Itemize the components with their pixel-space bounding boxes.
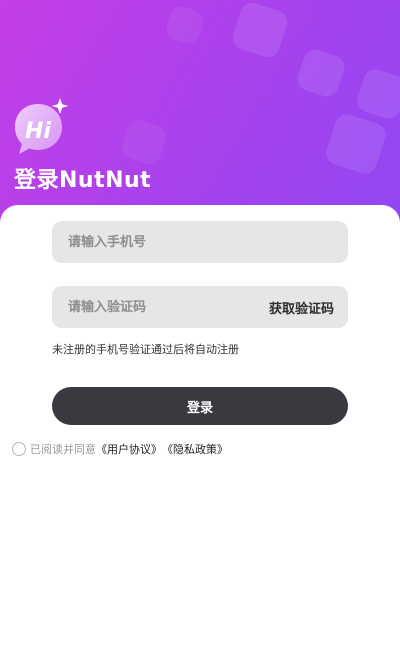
verification-code-input[interactable] [66,298,269,316]
user-agreement-link[interactable]: 《用户协议》 [96,441,162,457]
decor-tile [354,66,400,122]
page-title: 登录NutNut [14,168,152,193]
agreement-checkbox[interactable] [12,442,26,456]
decor-tile [323,111,389,177]
decor-tile [294,46,348,100]
login-screen: Hi 登录NutNut 获取验证码 未注册的手机号验证通过后将自动注册 登录 已… [0,0,400,670]
agreement-prefix: 已阅读并同意 [30,443,96,456]
decor-tile [229,0,291,61]
decor-tile [118,116,170,168]
agreement-row: 已阅读并同意 《用户协议》 《隐私政策》 [12,441,228,457]
privacy-policy-link[interactable]: 《隐私政策》 [162,441,228,457]
code-field[interactable]: 获取验证码 [52,286,348,328]
svg-text:Hi: Hi [25,119,51,144]
login-button[interactable]: 登录 [52,387,348,425]
login-card: 获取验证码 未注册的手机号验证通过后将自动注册 登录 已阅读并同意 《用户协议》… [0,205,400,670]
phone-field[interactable] [52,221,348,263]
get-code-button[interactable]: 获取验证码 [269,298,334,317]
phone-input[interactable] [66,233,334,251]
auto-register-hint: 未注册的手机号验证通过后将自动注册 [52,343,239,356]
decor-tile [163,3,207,47]
app-logo-icon: Hi [15,98,69,154]
